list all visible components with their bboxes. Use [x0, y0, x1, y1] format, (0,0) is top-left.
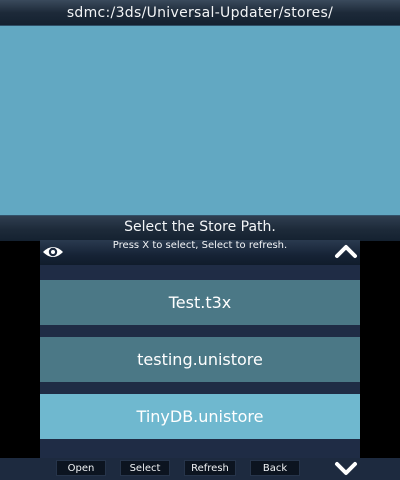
current-path: sdmc:/3ds/Universal-Updater/stores/ [66, 4, 334, 21]
instruction-title: Select the Store Path. [124, 219, 276, 235]
list-item[interactable]: testing.unistore [40, 337, 360, 382]
list-item[interactable]: Test.t3x [40, 280, 360, 325]
refresh-button[interactable]: Refresh [184, 460, 236, 476]
file-name: Test.t3x [168, 293, 232, 312]
top-screen: sdmc:/3ds/Universal-Updater/stores/ [0, 0, 400, 241]
chevron-down-icon[interactable] [334, 461, 358, 477]
back-button-label: Back [262, 462, 288, 474]
path-bar: sdmc:/3ds/Universal-Updater/stores/ [0, 0, 400, 26]
list-item-selected[interactable]: TinyDB.unistore [40, 394, 360, 439]
open-button-label: Open [67, 462, 95, 474]
app-root: sdmc:/3ds/Universal-Updater/stores/ Sele… [0, 0, 400, 480]
eye-icon[interactable] [42, 243, 64, 261]
chevron-up-icon[interactable] [334, 243, 358, 259]
file-name: testing.unistore [137, 350, 263, 369]
open-button[interactable]: Open [56, 460, 106, 476]
select-button-label: Select [129, 462, 161, 474]
refresh-button-label: Refresh [191, 462, 229, 474]
select-button[interactable]: Select [120, 460, 170, 476]
file-name: TinyDB.unistore [136, 407, 264, 426]
back-button[interactable]: Back [250, 460, 300, 476]
